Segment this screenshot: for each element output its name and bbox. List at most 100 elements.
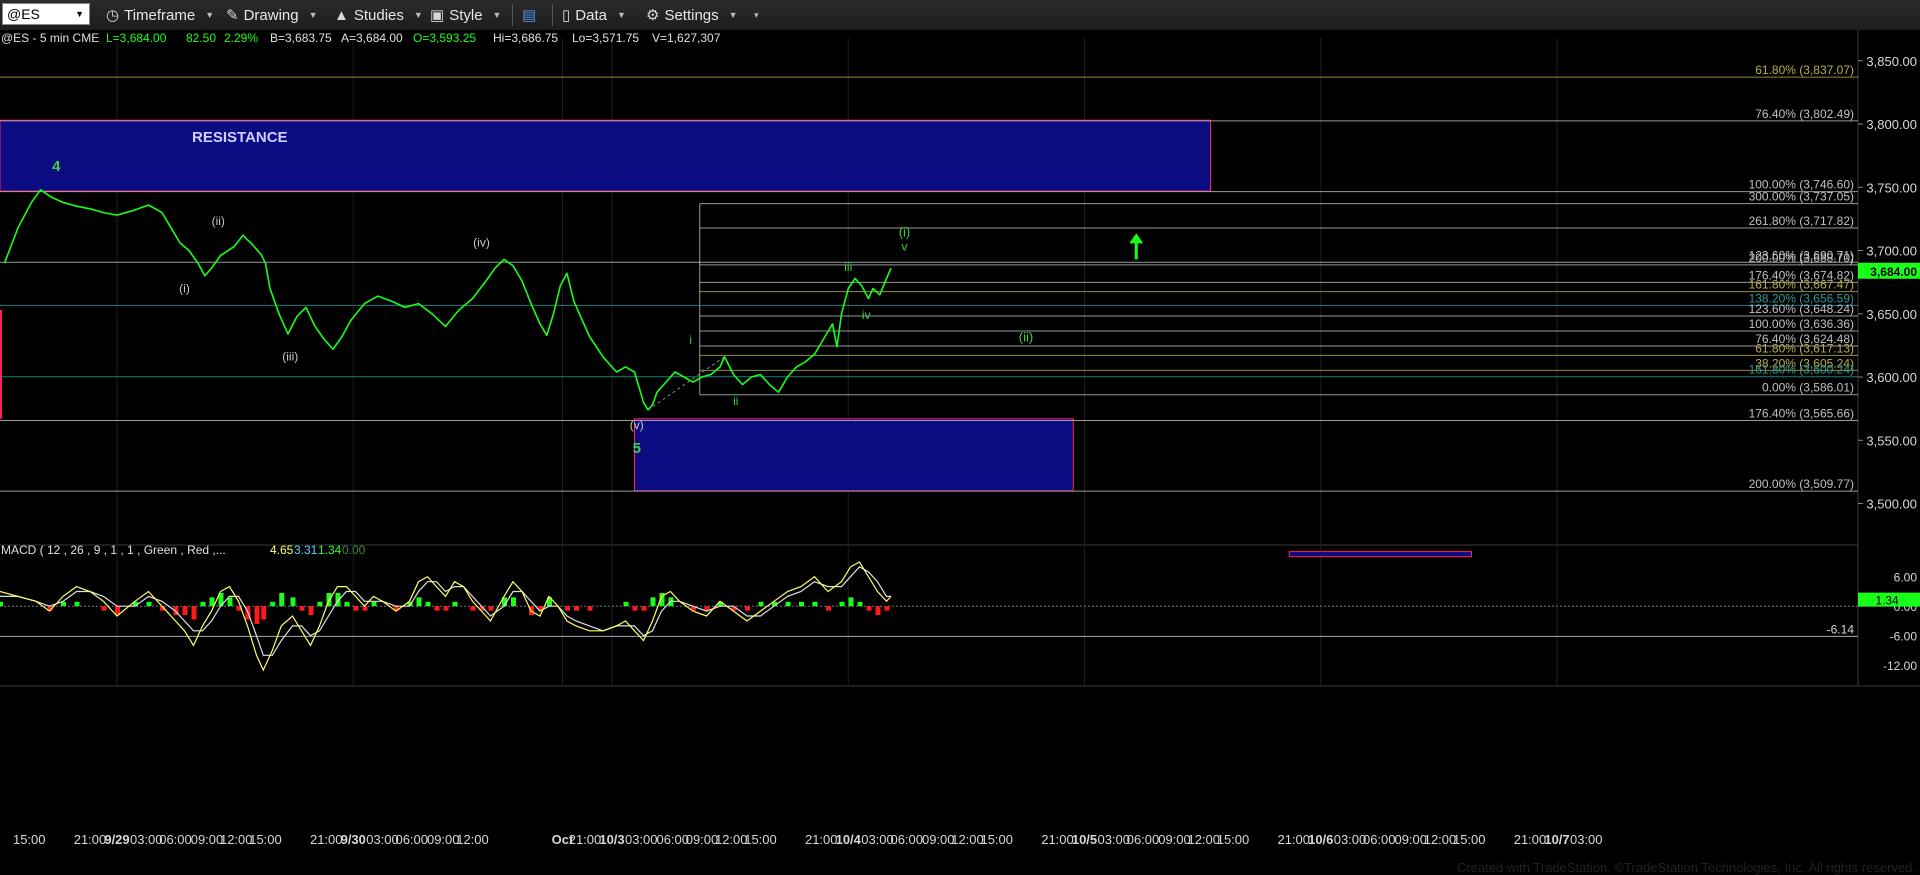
- x-tick-label: 06:00: [1363, 832, 1396, 847]
- timeframe-button[interactable]: ◷ Timeframe ▼: [106, 4, 214, 26]
- x-tick-label: 10/6: [1308, 832, 1333, 847]
- x-tick-label: 06:00: [890, 832, 923, 847]
- wave-label: 5: [633, 440, 641, 457]
- fib-label: 161.80% (3,600.24): [1749, 363, 1854, 377]
- layout-icon: ▤: [522, 7, 537, 24]
- x-tick-label: 15:00: [744, 832, 777, 847]
- macd-hist-bar: [254, 606, 260, 624]
- macd-hist-bar: [270, 601, 276, 607]
- fib-label: 0.00% (3,586.01): [1762, 381, 1854, 395]
- data-label: Data: [575, 6, 607, 24]
- settings-label: Settings: [664, 6, 719, 24]
- chevron-down-icon[interactable]: ▼: [75, 9, 84, 19]
- macd-hist-bar: [488, 606, 494, 611]
- x-tick-label: 12:00: [1187, 832, 1220, 847]
- macd-hist-bar: [632, 606, 638, 611]
- macd-hist-bar: [452, 601, 458, 607]
- x-tick-label: 03:00: [130, 832, 163, 847]
- wave-label: (iv): [473, 236, 490, 250]
- macd-hist-bar: [191, 606, 197, 620]
- macd-zero-value: 0.00: [342, 543, 366, 557]
- macd-tick-label: 6.00: [1894, 571, 1918, 585]
- chevron-down-icon: ▼: [413, 10, 423, 20]
- macd-hist-bar: [511, 597, 516, 607]
- macd-hist-bar: [875, 606, 881, 616]
- macd-hist-bar: [182, 606, 188, 616]
- x-tick-label: 09:00: [1394, 832, 1427, 847]
- resistance-label: RESISTANCE: [192, 129, 288, 146]
- time-axis[interactable]: 15:00 21:009/29 03:0006:0009:0012:0015:00 2…: [13, 832, 1603, 847]
- toolbar: @ES ▼ ◷ Timeframe ▼ ✎ Drawing ▼ ▲ Studie…: [0, 0, 1920, 31]
- macd-hist-bar: [565, 606, 570, 611]
- low-price: Lo=3,571.75: [572, 31, 639, 45]
- macd-hist-bar: [0, 601, 3, 607]
- x-tick-label: 06:00: [1127, 832, 1160, 847]
- x-tick-label: 15:00: [1217, 832, 1250, 847]
- x-tick-label: 21:00: [805, 832, 838, 847]
- macd-hist-bar: [308, 606, 314, 616]
- macd-hist-bar: [812, 601, 818, 607]
- fib-label: 61.80% (3,617.13): [1755, 341, 1854, 355]
- y-tick-label: 3,700.00: [1866, 244, 1917, 259]
- symbol-value: @ES: [7, 6, 40, 22]
- timeframe-label: Timeframe: [124, 6, 196, 24]
- data-button[interactable]: ▯ Data ▼: [562, 4, 626, 26]
- style-button[interactable]: ▣ Style ▼: [430, 4, 501, 26]
- wave-label: v: [902, 240, 908, 254]
- settings-button[interactable]: ⚙ Settings ▼: [646, 4, 738, 26]
- y-tick-label: 3,650.00: [1866, 307, 1917, 322]
- fib-label: 123.60% (3,648.24): [1749, 302, 1854, 316]
- bar-chart-icon: ▯: [562, 7, 571, 24]
- symbol-input[interactable]: @ES ▼: [2, 3, 90, 25]
- more-button[interactable]: ▾: [744, 4, 759, 26]
- layout-button[interactable]: ▤: [522, 4, 541, 26]
- macd-hist-bar: [884, 606, 890, 611]
- caret-down-icon: ▾: [754, 9, 759, 20]
- x-tick-label: 21:00: [74, 832, 107, 847]
- wave-label: (iii): [282, 350, 298, 364]
- macd-hist-bar: [650, 597, 656, 607]
- clock-icon: ◷: [106, 7, 120, 24]
- macd-hist-bar: [848, 597, 854, 607]
- pct-change: 2.29%: [224, 31, 258, 45]
- x-tick-label: 12:00: [1424, 832, 1457, 847]
- macd-value: 4.65: [270, 543, 294, 557]
- macd-low-label: -6.14: [1827, 622, 1855, 636]
- fib-label: 161.80% (3,667.47): [1749, 278, 1854, 292]
- x-tick-label: 09:00: [922, 832, 955, 847]
- wave-label: i: [689, 333, 692, 347]
- fib-label: 200.00% (3,688.70): [1749, 251, 1854, 265]
- macd-hist-bar: [290, 597, 296, 607]
- y-tick-label: 3,550.00: [1866, 433, 1917, 448]
- x-tick-label: 06:00: [159, 832, 192, 847]
- wave-label: ii: [733, 394, 738, 408]
- drawing-button[interactable]: ✎ Drawing ▼: [226, 4, 318, 26]
- x-tick-label: 10/4: [836, 832, 862, 847]
- x-tick-label: 10/3: [599, 832, 624, 847]
- last-price-label: 3,684.00: [1870, 265, 1917, 279]
- future-zone: [1288, 551, 1472, 558]
- flask-icon: ▲: [334, 6, 349, 24]
- fib-label: 300.00% (3,737.05): [1749, 190, 1854, 204]
- toolbar-divider: [552, 4, 553, 26]
- chart[interactable]: RESISTANCE 61.80% (3,837.07) 76.40% (3,80…: [0, 30, 1920, 860]
- macd-diff-value: 1.34: [318, 543, 342, 557]
- macd-hist-bar: [434, 606, 440, 611]
- x-tick-label: 09:00: [427, 832, 460, 847]
- macd-hist-bar: [443, 606, 449, 611]
- x-tick-label: 21:00: [569, 832, 602, 847]
- macd-hist-bar: [101, 606, 107, 611]
- studies-label: Studies: [353, 6, 404, 24]
- y-tick-label: 3,800.00: [1866, 117, 1917, 132]
- macd-hist-bar: [425, 601, 431, 607]
- x-tick-label: 21:00: [1277, 832, 1310, 847]
- chevron-down-icon: ▼: [308, 10, 318, 20]
- x-tick-label: 15:00: [980, 832, 1013, 847]
- wave-label: (i): [899, 225, 911, 240]
- wave-label: (ii): [1019, 330, 1033, 345]
- style-label: Style: [449, 6, 483, 24]
- macd-last-label: 1.34: [1875, 594, 1899, 608]
- bid-price: B=3,683.75: [270, 31, 332, 45]
- x-tick-label: 12:00: [951, 832, 984, 847]
- studies-button[interactable]: ▲ Studies ▼: [334, 4, 423, 26]
